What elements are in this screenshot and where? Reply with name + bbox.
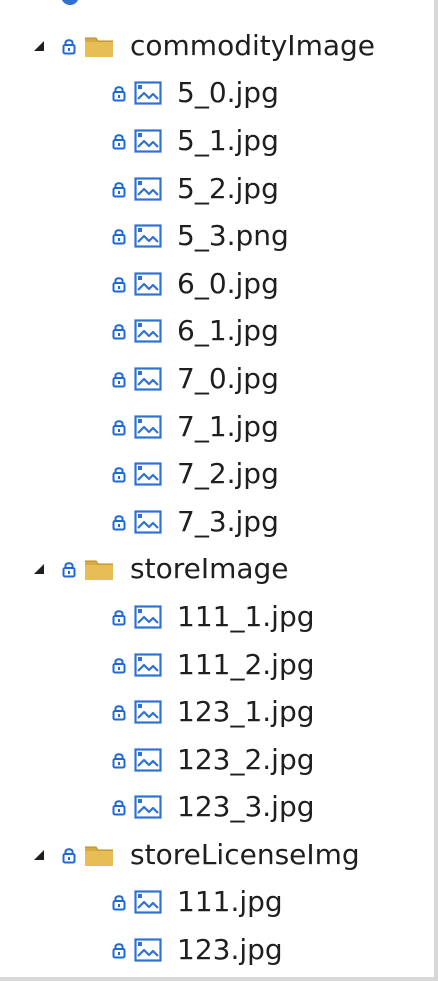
lock-icon [112,322,126,340]
tree-file-row[interactable]: 7_0.jpg [0,355,434,403]
lock-icon [112,656,126,674]
tree-file-row[interactable]: 123_1.jpg [0,688,434,736]
file-label: 5_1.jpg [177,123,279,157]
folder-label: commodityImage [130,28,375,62]
file-label: 123_2.jpg [177,742,315,776]
lock-icon [62,846,76,864]
file-label: 5_2.jpg [177,171,279,205]
image-file-icon [134,319,162,343]
lock-icon [112,275,126,293]
image-file-icon [134,652,162,677]
file-label: 7_3.jpg [177,504,279,538]
lock-icon [112,465,126,483]
lock-icon [112,370,126,388]
image-file-icon [134,890,162,915]
folder-icon [84,843,114,867]
tree-file-row[interactable]: 123_2.jpg [0,736,434,784]
tree-file-row[interactable]: 111_2.jpg [0,641,434,689]
folder-icon [84,34,114,58]
tree-file-row[interactable]: 5_0.jpg [0,70,434,118]
image-file-icon [134,462,162,486]
file-label: 7_1.jpg [177,409,279,443]
lock-icon [112,132,126,150]
panel-bottom-border [0,977,438,981]
tree-file-row[interactable]: 123_3.jpg [0,784,434,832]
tree-file-row[interactable]: 7_2.jpg [0,450,434,498]
folder-label: storeImage [130,552,289,586]
image-file-icon [134,748,162,772]
lock-icon [112,703,126,721]
tree-file-row[interactable]: 7_1.jpg [0,403,434,451]
lock-icon [112,941,126,959]
image-file-icon [134,367,162,391]
tree-file-row[interactable]: 6_1.jpg [0,308,434,356]
lock-icon [112,418,126,436]
file-label: 5_3.png [177,219,289,253]
lock-icon [112,751,126,769]
lock-icon [112,513,126,531]
lock-icon [112,608,126,626]
solution-explorer-panel: commodityImage 5_0.jpg 5_1.jpg 5_2.jpg 5… [0,0,438,981]
tree-file-row[interactable]: 7_3.jpg [0,498,434,546]
tree-file-row[interactable]: 5_3.png [0,212,434,260]
lock-icon [62,560,76,578]
lock-icon [112,893,126,911]
file-label: 6_1.jpg [177,314,279,348]
file-label: 5_0.jpg [177,76,279,110]
file-label: 7_2.jpg [177,457,279,491]
lock-icon [112,180,126,198]
tree-file-row[interactable]: 5_1.jpg [0,117,434,165]
lock-icon [112,227,126,245]
image-file-icon [134,795,162,819]
folder-tree: commodityImage 5_0.jpg 5_1.jpg 5_2.jpg 5… [0,22,434,974]
expanded-caret-icon[interactable] [32,848,46,862]
expanded-caret-icon[interactable] [32,39,46,53]
tree-file-row[interactable]: 5_2.jpg [0,165,434,213]
lock-icon [112,798,126,816]
file-label: 111_1.jpg [177,599,315,633]
tree-file-row[interactable]: 123.jpg [0,926,434,974]
image-file-icon [134,510,162,534]
image-file-icon [134,176,162,201]
image-file-icon [134,129,162,153]
file-label: 111_2.jpg [177,647,315,681]
tree-folder-commodityimage[interactable]: commodityImage [0,22,434,70]
file-label: 123.jpg [177,933,283,967]
lock-icon [112,84,126,102]
tree-folder-storeimage[interactable]: storeImage [0,546,434,594]
tree-folder-storelicenseimg[interactable]: storeLicenseImg [0,831,434,879]
partial-node-icon [61,0,79,5]
lock-icon [62,37,76,55]
tree-file-row[interactable]: 6_0.jpg [0,260,434,308]
tree-file-row[interactable]: 111.jpg [0,879,434,927]
image-file-icon [134,605,162,629]
image-file-icon [134,414,162,439]
folder-label: storeLicenseImg [130,837,360,871]
file-label: 6_0.jpg [177,266,279,300]
image-file-icon [134,81,162,105]
file-label: 123_3.jpg [177,790,315,824]
file-label: 7_0.jpg [177,361,279,395]
panel-right-border [434,0,438,981]
image-file-icon [134,938,162,962]
expanded-caret-icon[interactable] [32,562,46,576]
image-file-icon [134,224,162,248]
image-file-icon [134,272,162,296]
file-label: 123_1.jpg [177,695,315,729]
image-file-icon [134,700,162,724]
file-label: 111.jpg [177,885,283,919]
folder-icon [84,557,114,581]
tree-file-row[interactable]: 111_1.jpg [0,593,434,641]
